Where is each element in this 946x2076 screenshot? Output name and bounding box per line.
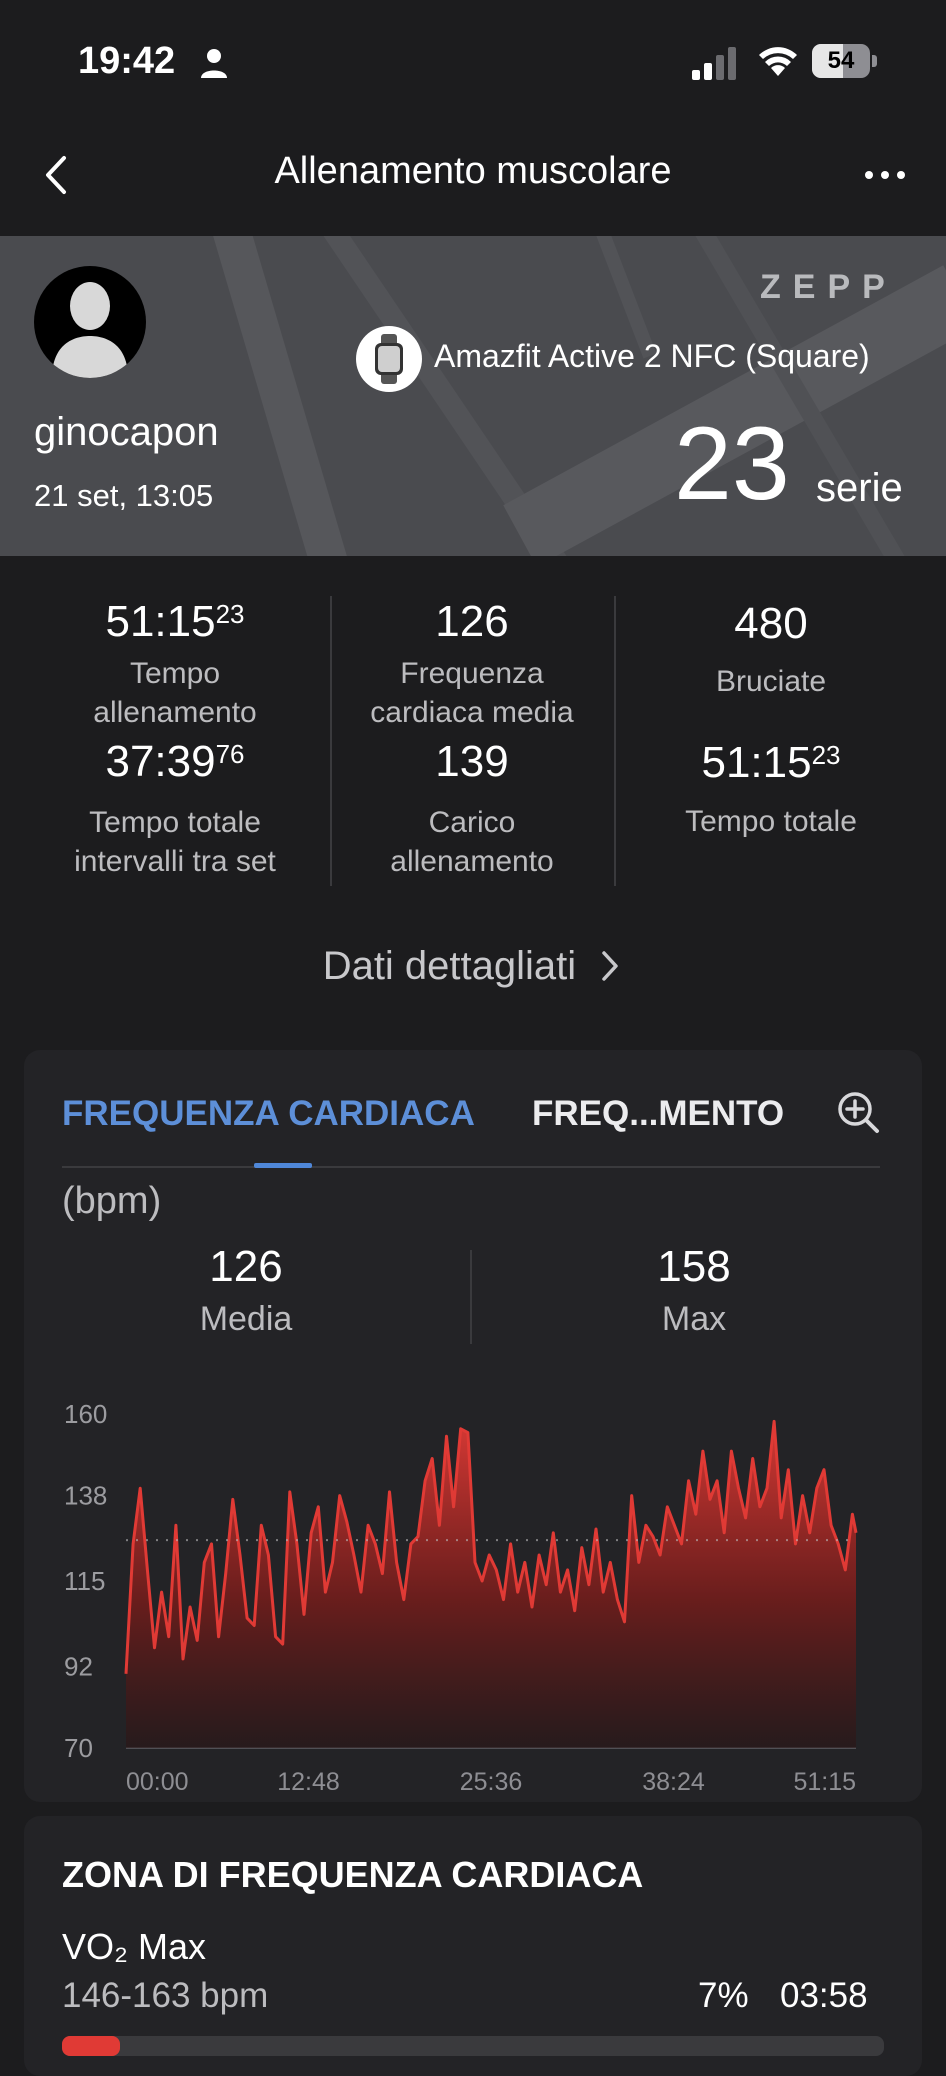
person-icon (201, 49, 227, 78)
avg-hr-value: 126 (435, 597, 509, 646)
username: ginocapon (34, 410, 219, 454)
chevron-right-icon (602, 951, 619, 981)
user-silhouette-icon (52, 282, 128, 378)
avg-hr-summary-value: 126 (209, 1242, 283, 1291)
battery-icon: 54 (812, 44, 878, 78)
y-tick-label: 70 (64, 1733, 93, 1763)
detailed-data-label: Dati dettagliati (322, 944, 577, 988)
sets-count: 23 (674, 406, 790, 522)
hr-zone-title: ZONA DI FREQUENZA CARDIACA (62, 1854, 644, 1895)
training-load-value: 139 (435, 737, 509, 787)
wifi-icon (759, 47, 797, 76)
battery-level: 54 (827, 47, 855, 74)
device-name: Amazfit Active 2 NFC (Square) (434, 338, 870, 374)
y-tick-label: 160 (64, 1399, 107, 1429)
page-title: Allenamento muscolare (274, 150, 672, 192)
rest-time-value: 37:3976 (105, 737, 245, 787)
training-load-label: Carico allenamento (390, 805, 554, 878)
calories-label: Bruciate (715, 665, 827, 699)
zone-progress-fill (62, 2036, 120, 2056)
stat-col-time: 51:1523 Tempo allenamento 37:3976 Tempo … (40, 597, 310, 881)
total-time-value: 51:1523 (701, 738, 841, 788)
hr-area (126, 1421, 856, 1748)
avg-hr-label: Frequenza cardiaca media (370, 657, 574, 730)
x-tick-label: 12:48 (277, 1768, 340, 1796)
chart-unit-label: (bpm) (62, 1180, 162, 1222)
tab-active-indicator (254, 1163, 312, 1168)
training-time-label: Tempo allenamento (93, 657, 257, 730)
y-tick-label: 138 (64, 1481, 107, 1511)
tab-heart-rate[interactable]: FREQUENZA CARDIACA (62, 1094, 475, 1134)
training-time-value: 51:1523 (105, 597, 245, 646)
status-time: 19:42 (78, 40, 176, 82)
avg-hr-summary-label: Media (199, 1300, 293, 1338)
zone-progress-track (62, 2036, 884, 2056)
stats-divider (330, 596, 332, 886)
workout-date: 21 set, 13:05 (34, 478, 214, 513)
watch-icon (356, 326, 422, 392)
zone-name: VO₂ Max (62, 1926, 206, 1967)
heart-rate-chart[interactable]: 160 138 115 92 70 00:00 12:48 25:36 38:24 51:15 (0, 1380, 946, 1800)
total-time-label: Tempo totale (685, 804, 857, 838)
sets-unit: serie (816, 466, 903, 510)
max-hr-summary-value: 158 (657, 1242, 731, 1291)
calories-value: 480 (734, 599, 808, 648)
more-options-icon[interactable] (860, 160, 910, 190)
x-tick-label: 38:24 (642, 1768, 705, 1796)
stats-divider (614, 596, 616, 886)
zone-range: 146-163 bpm (62, 1976, 269, 2015)
max-hr-summary: 158 Max (544, 1242, 844, 1339)
max-hr-summary-label: Max (661, 1300, 727, 1338)
cellular-signal-icon (692, 47, 736, 80)
stat-col-calories: 480 Bruciate 51:1523 Tempo totale (630, 599, 912, 841)
x-tick-label: 51:15 (793, 1768, 856, 1796)
x-tick-label: 25:36 (460, 1768, 523, 1796)
avg-hr-summary: 126 Media (96, 1242, 396, 1339)
rest-time-label: Tempo totale intervalli tra set (74, 805, 276, 878)
summary-divider (470, 1250, 472, 1344)
detailed-data-link[interactable]: Dati dettagliati (0, 944, 946, 989)
brand-logo: ZEPP (760, 268, 897, 306)
x-tick-label: 00:00 (126, 1768, 189, 1796)
zoom-in-icon[interactable] (834, 1088, 882, 1136)
stat-col-hr: 126 Frequenza cardiaca media 139 Carico al… (344, 597, 600, 881)
avatar[interactable] (34, 266, 146, 378)
y-tick-label: 92 (64, 1651, 93, 1681)
tab-training-frequency[interactable]: FREQ...MENTO (532, 1094, 784, 1134)
zone-duration: 03:58 (780, 1976, 868, 2015)
zone-percentage: 7% (698, 1976, 749, 2015)
y-tick-label: 115 (64, 1566, 105, 1596)
tab-underline (62, 1166, 880, 1168)
